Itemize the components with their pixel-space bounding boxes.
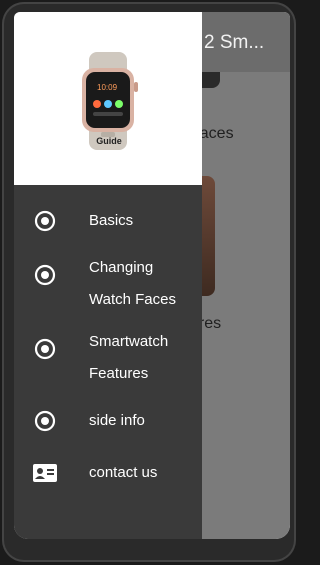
radio-button-icon	[34, 264, 56, 286]
menu-item-changing-watch-faces[interactable]: Changing Watch Faces	[14, 252, 202, 316]
menu-item-basics[interactable]: Basics	[14, 205, 202, 237]
screen: 2 Sm... Faces ures 10:09 Guide Basics Ch…	[14, 12, 290, 539]
menu-item-label: Changing Watch Faces	[89, 259, 176, 308]
menu-item-label: contact us	[89, 464, 158, 481]
menu-item-label: Basics	[89, 212, 134, 229]
contact-card-icon	[33, 464, 57, 482]
smartwatch-image: 10:09 Guide	[82, 52, 138, 150]
navigation-drawer: 10:09 Guide Basics Changing Watch Faces …	[14, 12, 202, 539]
menu-item-contact-us[interactable]: contact us	[14, 457, 202, 489]
menu-item-side-info[interactable]: side info	[14, 405, 202, 437]
svg-text:10:09: 10:09	[97, 83, 118, 92]
menu-item-label: side info	[89, 412, 145, 429]
phone-frame: 2 Sm... Faces ures 10:09 Guide Basics Ch…	[2, 2, 296, 562]
app-title: 2 Sm...	[204, 32, 265, 53]
menu-item-smartwatch-features[interactable]: Smartwatch Features	[14, 326, 202, 390]
radio-button-icon	[34, 210, 56, 232]
svg-text:Guide: Guide	[96, 136, 122, 146]
radio-button-icon	[34, 338, 56, 360]
menu-item-label: Smartwatch Features	[89, 333, 169, 382]
drawer-header: 10:09 Guide	[14, 12, 202, 185]
radio-button-icon	[34, 410, 56, 432]
